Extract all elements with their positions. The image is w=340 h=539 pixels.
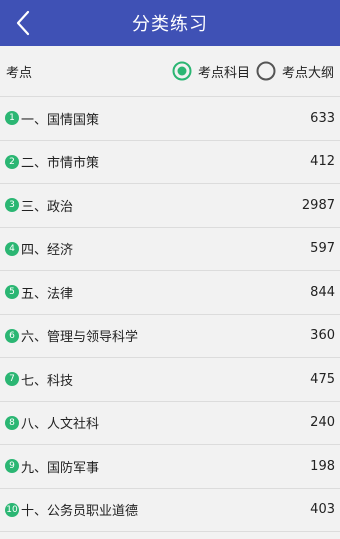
number-badge: 5 bbox=[5, 285, 19, 300]
item-count: 475 bbox=[310, 371, 335, 387]
radio-outline-label: 考点大纲 bbox=[281, 65, 334, 81]
radio-subject[interactable]: 考点科目 bbox=[172, 61, 250, 81]
radio-unchecked-icon bbox=[256, 61, 276, 81]
list-item[interactable]: 9 九、国防军事 198 bbox=[0, 445, 340, 489]
list-item[interactable]: 2 二、市情市策 412 bbox=[0, 141, 340, 184]
radio-subject-label: 考点科目 bbox=[197, 65, 250, 81]
number-badge: 10 bbox=[5, 502, 19, 517]
item-name: 八、人文社科 bbox=[21, 417, 100, 433]
number-badge: 1 bbox=[5, 111, 19, 126]
number-badge: 3 bbox=[5, 198, 19, 213]
item-name: 三、政治 bbox=[21, 199, 74, 215]
filter-bar: 考点 考点科目 考点大纲 bbox=[0, 46, 340, 97]
item-count: 2987 bbox=[301, 197, 335, 213]
item-count: 403 bbox=[310, 502, 335, 518]
item-count: 597 bbox=[310, 241, 335, 257]
radio-outline[interactable]: 考点大纲 bbox=[256, 61, 334, 81]
item-name: 十、公务员职业道德 bbox=[21, 504, 139, 520]
list-item[interactable]: 1 一、国情国策 633 bbox=[0, 97, 340, 141]
item-name: 六、管理与领导科学 bbox=[21, 330, 139, 346]
item-count: 844 bbox=[310, 284, 335, 300]
list-item[interactable]: 4 四、经济 597 bbox=[0, 228, 340, 271]
number-badge: 7 bbox=[5, 372, 19, 387]
list-item[interactable]: 8 八、人文社科 240 bbox=[0, 402, 340, 445]
item-count: 412 bbox=[310, 154, 335, 170]
filter-label: 考点 bbox=[6, 65, 33, 81]
number-badge: 4 bbox=[5, 241, 19, 256]
back-arrow-icon bbox=[16, 10, 30, 36]
back-button[interactable] bbox=[0, 0, 46, 46]
list-item[interactable]: 10 十、公务员职业道德 403 bbox=[0, 489, 340, 532]
number-badge: 2 bbox=[5, 154, 19, 169]
number-badge: 6 bbox=[5, 328, 19, 343]
number-badge: 8 bbox=[5, 415, 19, 430]
item-name: 七、科技 bbox=[21, 373, 74, 389]
item-name: 一、国情国策 bbox=[21, 112, 100, 128]
number-badge: 9 bbox=[5, 459, 19, 474]
app-header: 分类练习 bbox=[0, 0, 340, 46]
list-item[interactable]: 7 七、科技 475 bbox=[0, 358, 340, 402]
radio-checked-icon bbox=[172, 61, 192, 81]
category-list: 1 一、国情国策 633 2 二、市情市策 412 3 三、政治 2987 4 … bbox=[0, 97, 340, 532]
list-item[interactable]: 3 三、政治 2987 bbox=[0, 184, 340, 228]
item-count: 240 bbox=[310, 415, 335, 431]
page-title: 分类练习 bbox=[132, 14, 208, 35]
item-count: 198 bbox=[310, 458, 335, 474]
item-count: 360 bbox=[310, 328, 335, 344]
item-count: 633 bbox=[310, 110, 335, 126]
item-name: 五、法律 bbox=[21, 286, 74, 302]
item-name: 九、国防军事 bbox=[21, 460, 100, 476]
item-name: 二、市情市策 bbox=[21, 156, 100, 172]
list-item[interactable]: 5 五、法律 844 bbox=[0, 271, 340, 315]
list-item[interactable]: 6 六、管理与领导科学 360 bbox=[0, 315, 340, 358]
item-name: 四、经济 bbox=[21, 243, 74, 259]
